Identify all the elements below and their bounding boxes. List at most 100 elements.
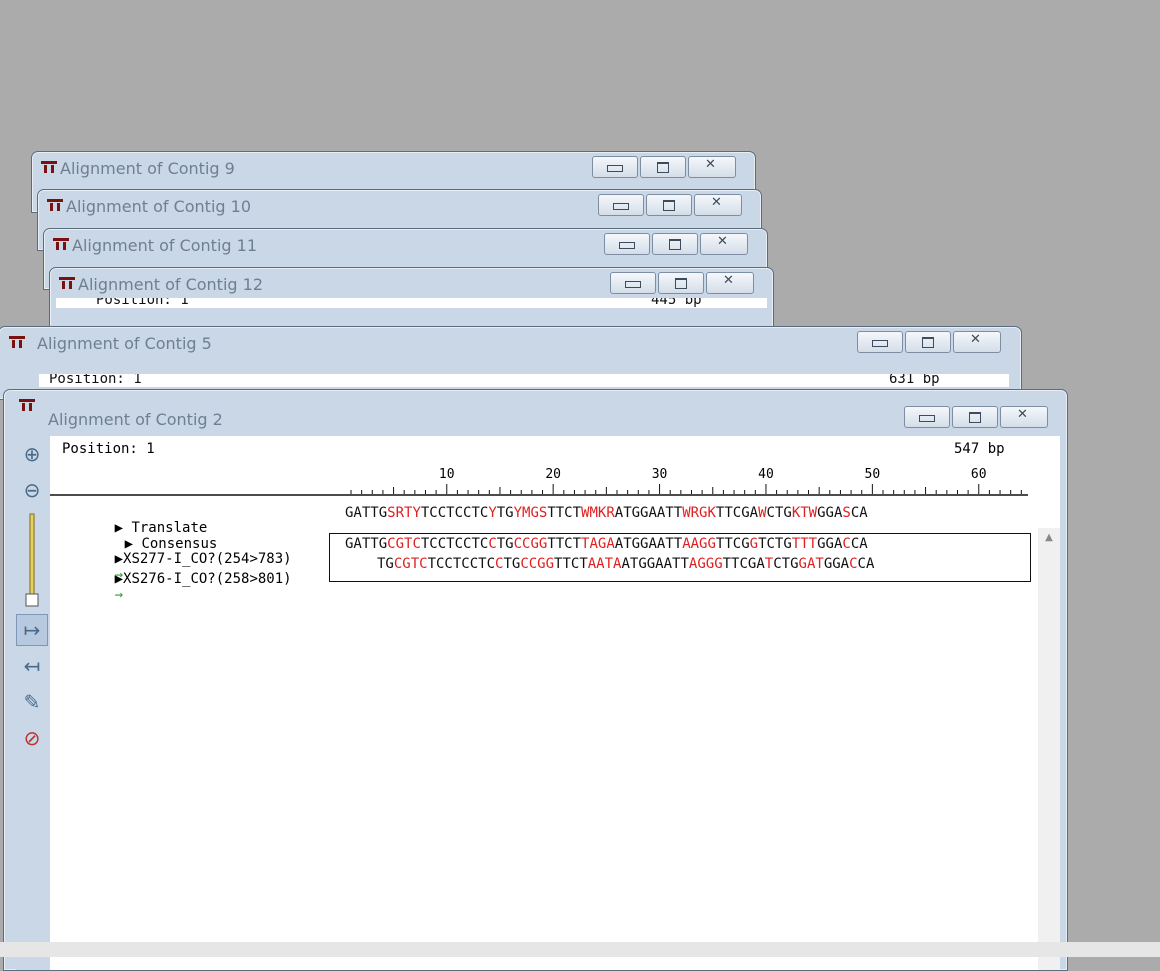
sequence-segment: GATTG <box>345 536 388 552</box>
window-controls <box>610 272 754 294</box>
minimize-button[interactable] <box>610 272 656 294</box>
sequence-segment: GGA <box>823 556 850 572</box>
window-contig-2[interactable]: Alignment of Contig 2 ⊕ ⊖ ↦ ↤ ✎ ⊘ Positi… <box>3 389 1068 971</box>
expand-triangle-icon: ▶ <box>114 571 124 587</box>
sequence-segment: WMKR <box>581 505 615 521</box>
zoom-slider-track-icon <box>25 513 39 607</box>
window-controls <box>598 194 742 216</box>
sequence-segment: S <box>842 505 851 521</box>
tool-palette: ⊕ ⊖ ↦ ↤ ✎ ⊘ <box>16 436 50 970</box>
sequence-segment: TAGA <box>581 536 615 552</box>
read-name: XS276-I_CO?(258>801) <box>123 571 292 587</box>
sequence-segment: AGGG <box>688 556 723 572</box>
title-bar[interactable]: Alignment of Contig 12 <box>50 268 773 298</box>
edit-tool-icon[interactable]: ✎ <box>16 686 48 718</box>
position-label: Position: 1 <box>96 298 189 308</box>
zoom-out-icon[interactable]: ⊖ <box>16 474 48 506</box>
maximize-button[interactable] <box>640 156 686 178</box>
alignment-view[interactable]: Position: 1 547 bp 10 20 30 40 50 60 ▶ Transl… <box>50 436 1060 970</box>
consensus-sequence: GATTGSRTYTCCTCCTCYTGYMGSTTCTWMKRATGGAATT… <box>345 505 868 521</box>
shift-left-icon[interactable]: ↤ <box>16 650 48 682</box>
shift-right-icon[interactable]: ↦ <box>16 614 48 646</box>
sequence-segment: TG <box>496 505 514 521</box>
maximize-button[interactable] <box>652 233 698 255</box>
sequence-segment: GATTG <box>345 505 388 521</box>
sequence-segment: CTG <box>766 505 792 521</box>
zoom-in-icon[interactable]: ⊕ <box>16 438 48 470</box>
window-title: Alignment of Contig 12 <box>78 275 263 294</box>
window-title: Alignment of Contig 10 <box>66 197 251 216</box>
minimize-button[interactable] <box>592 156 638 178</box>
read-label-row[interactable]: ▶XS276-I_CO?(258>801) → <box>64 555 292 619</box>
sequence-segment: SRTY <box>387 505 421 521</box>
title-bar[interactable]: Alignment of Contig 5 <box>0 327 1021 357</box>
read-sequence[interactable]: GATTGCGTCTCCTCCTCCTGCCGGTTCTTAGAATGGAATT… <box>345 536 868 552</box>
close-button[interactable] <box>953 331 1001 353</box>
minimize-button[interactable] <box>904 406 950 428</box>
sequence-segment: ATGGAATT <box>621 556 689 572</box>
read-sequence[interactable]: TGCGTCTCCTCCTCCTGCCGGTTCTAATAATGGAATTAGG… <box>377 556 874 572</box>
ruler-label: 10 <box>439 467 455 482</box>
sequence-segment: TCTG <box>758 536 792 552</box>
sequence-segment: TG <box>377 556 394 572</box>
close-button[interactable] <box>700 233 748 255</box>
close-button[interactable] <box>1000 406 1048 428</box>
sequence-segment: CA <box>850 505 868 521</box>
alignment-app-icon <box>41 161 57 173</box>
sequence-segment: AATA <box>587 556 622 572</box>
title-bar[interactable]: Alignment of Contig 9 <box>32 152 755 182</box>
ruler-label: 50 <box>865 467 881 482</box>
minimize-button[interactable] <box>604 233 650 255</box>
title-bar[interactable]: Alignment of Contig 10 <box>38 190 761 220</box>
sequence-segment: ATGGAATT <box>614 536 683 552</box>
sequence-segment: C <box>842 536 851 552</box>
horizontal-scrollbar[interactable] <box>0 942 1160 957</box>
maximize-button[interactable] <box>646 194 692 216</box>
title-bar[interactable]: Alignment of Contig 11 <box>44 229 767 259</box>
sequence-segment: CA <box>850 536 868 552</box>
sequence-segment: KTW <box>791 505 818 521</box>
sequence-segment: TTCG <box>715 536 750 552</box>
scroll-up-icon[interactable]: ▲ <box>1038 532 1060 543</box>
alignment-app-icon <box>9 336 25 348</box>
minimize-button[interactable] <box>598 194 644 216</box>
sequence-segment: TTCGA <box>722 556 765 572</box>
sequence-segment: CGTC <box>387 536 421 552</box>
window-controls <box>592 156 736 178</box>
title-bar[interactable]: Alignment of Contig 2 <box>4 390 1067 429</box>
alignment-app-icon <box>47 199 63 211</box>
sequence-segment: W <box>758 505 767 521</box>
maximize-button[interactable] <box>905 331 951 353</box>
minimize-button[interactable] <box>857 331 903 353</box>
forward-arrow-icon: → <box>114 587 124 603</box>
sequence-segment: TG <box>503 556 521 572</box>
ruler-label: 60 <box>971 467 987 482</box>
sequence-segment: YMGS <box>513 505 548 521</box>
window-title: Alignment of Contig 9 <box>60 159 235 178</box>
alignment-app-icon <box>59 277 75 289</box>
maximize-button[interactable] <box>658 272 704 294</box>
maximize-button[interactable] <box>952 406 998 428</box>
sequence-segment: C <box>488 536 497 552</box>
sequence-segment: CTG <box>773 556 799 572</box>
ruler-label: 40 <box>758 467 774 482</box>
window-controls <box>604 233 748 255</box>
ruler-label: 20 <box>545 467 561 482</box>
close-button[interactable] <box>706 272 754 294</box>
sequence-segment: ATGGAATT <box>614 505 683 521</box>
close-button[interactable] <box>688 156 736 178</box>
expand-triangle-icon: ▶ <box>114 520 124 536</box>
no-entry-icon[interactable]: ⊘ <box>16 722 48 754</box>
sequence-segment: TTCGA <box>715 505 759 521</box>
window-controls <box>857 331 1001 353</box>
close-button[interactable] <box>694 194 742 216</box>
alignment-app-icon <box>19 399 35 411</box>
translate-toggle[interactable]: ▶ Translate <box>115 520 208 536</box>
window-title: Alignment of Contig 5 <box>37 334 212 353</box>
sequence-segment: WRGK <box>682 505 716 521</box>
vertical-scrollbar[interactable]: ▲ <box>1038 528 1060 970</box>
sequence-segment: Y <box>488 505 497 521</box>
zoom-slider[interactable] <box>16 510 48 610</box>
ruler-label: 30 <box>652 467 668 482</box>
sequence-segment: CGTC <box>393 556 428 572</box>
